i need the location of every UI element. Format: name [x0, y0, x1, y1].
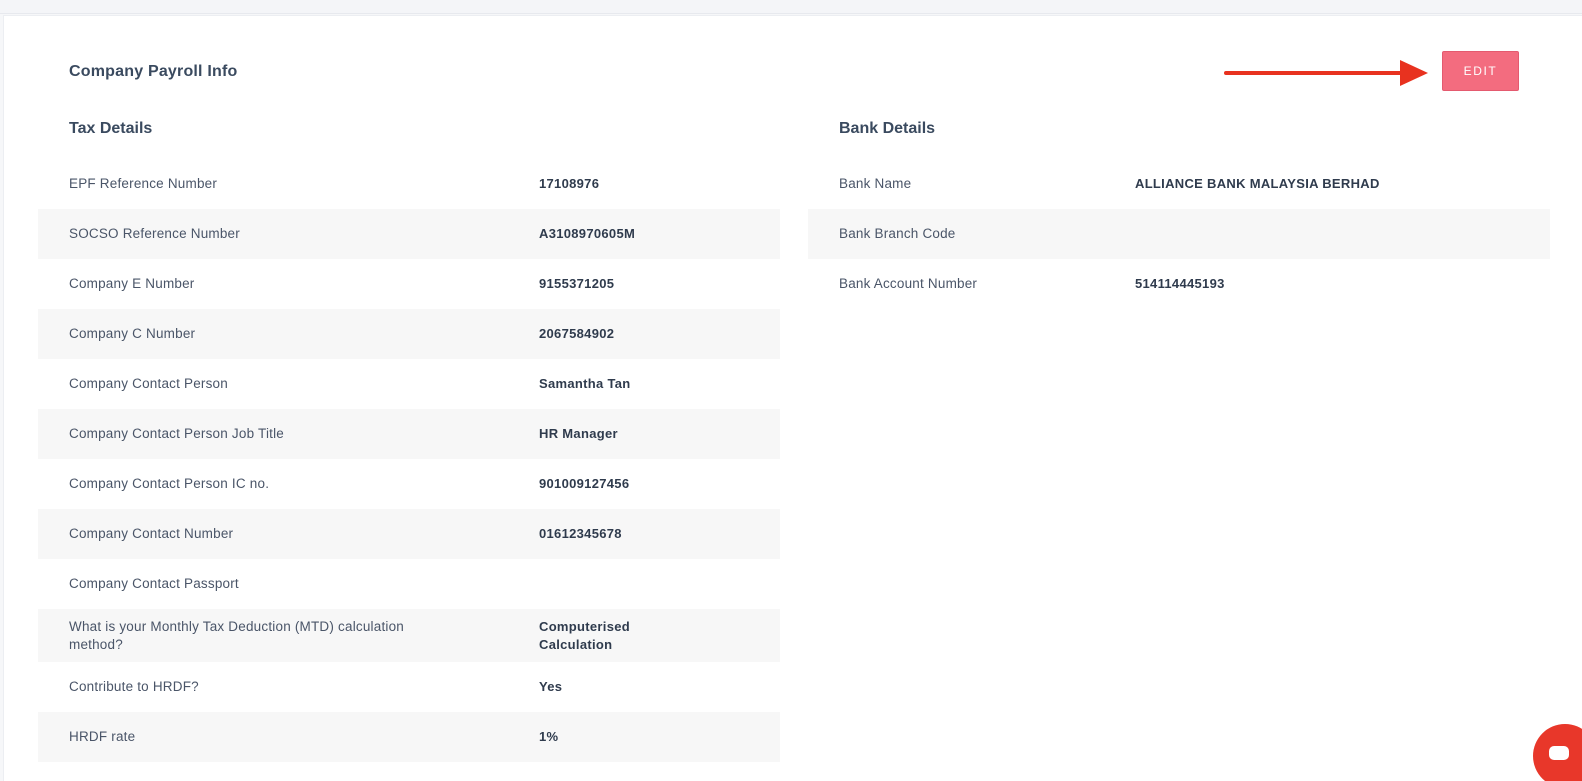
top-bar	[0, 0, 1582, 14]
row-value: A3108970605M	[539, 226, 636, 241]
tax-row-hrdf-rate: HRDF rate 1%	[38, 712, 780, 762]
bank-row-branch-code: Bank Branch Code	[808, 209, 1550, 259]
row-value: 01612345678	[539, 526, 622, 541]
row-value: HR Manager	[539, 426, 618, 441]
row-value: 901009127456	[539, 476, 630, 491]
edit-button[interactable]: EDIT	[1442, 51, 1519, 91]
row-label: Bank Name	[839, 176, 912, 191]
row-value: 9155371205	[539, 276, 615, 291]
tax-row-socso-reference: SOCSO Reference Number A3108970605M	[38, 209, 780, 259]
row-label: EPF Reference Number	[69, 176, 218, 191]
row-label: Company Contact Passport	[69, 576, 239, 591]
tax-row-contact-ic: Company Contact Person IC no. 9010091274…	[38, 459, 780, 509]
tax-row-company-e-number: Company E Number 9155371205	[38, 259, 780, 309]
right-arrow-icon	[1224, 60, 1428, 86]
row-value: Samantha Tan	[539, 376, 631, 391]
row-label: Company Contact Number	[69, 526, 234, 541]
chat-bubble-icon	[1549, 746, 1569, 760]
row-label: Company Contact Person	[69, 376, 228, 391]
tax-details-title: Tax Details	[69, 120, 153, 137]
tax-row-company-c-number: Company C Number 2067584902	[38, 309, 780, 359]
row-label: Bank Branch Code	[839, 226, 956, 241]
row-label: SOCSO Reference Number	[69, 226, 240, 241]
row-label: Company E Number	[69, 276, 195, 291]
tax-row-mtd-method: What is your Monthly Tax Deduction (MTD)…	[38, 609, 780, 662]
row-value: 2067584902	[539, 326, 615, 341]
bank-details-title: Bank Details	[839, 120, 936, 137]
row-label: Bank Account Number	[839, 276, 978, 291]
row-label: Company C Number	[69, 326, 196, 341]
row-label: Contribute to HRDF?	[69, 679, 199, 694]
row-value: 514114445193	[1135, 276, 1225, 291]
row-label: HRDF rate	[69, 729, 136, 744]
row-label: Company Contact Person IC no.	[69, 476, 270, 491]
row-value: 1%	[539, 729, 559, 744]
tax-row-contact-passport: Company Contact Passport	[38, 559, 780, 609]
bank-details-table: Bank Name ALLIANCE BANK MALAYSIA BERHAD …	[808, 159, 1550, 309]
tax-row-contact-person: Company Contact Person Samantha Tan	[38, 359, 780, 409]
bank-row-account-number: Bank Account Number 514114445193	[808, 259, 1550, 309]
tax-row-epf-reference: EPF Reference Number 17108976	[38, 159, 780, 209]
bank-row-bank-name: Bank Name ALLIANCE BANK MALAYSIA BERHAD	[808, 159, 1550, 209]
row-label: What is your Monthly Tax Deduction (MTD)…	[69, 618, 405, 652]
tax-row-contact-job-title: Company Contact Person Job Title HR Mana…	[38, 409, 780, 459]
tax-row-contact-number: Company Contact Number 01612345678	[38, 509, 780, 559]
row-value: Computerised Calculation	[539, 618, 631, 652]
row-value: Yes	[539, 679, 563, 694]
page-title: Company Payroll Info	[69, 63, 238, 80]
row-label: Company Contact Person Job Title	[69, 426, 285, 441]
tax-details-table: EPF Reference Number 17108976 SOCSO Refe…	[38, 159, 780, 762]
row-value: ALLIANCE BANK MALAYSIA BERHAD	[1135, 176, 1380, 191]
payroll-info-card: Company Payroll Info EDIT Tax Details Ba…	[3, 15, 1582, 781]
row-value: 17108976	[539, 176, 600, 191]
tax-row-hrdf-contribution: Contribute to HRDF? Yes	[38, 662, 780, 712]
